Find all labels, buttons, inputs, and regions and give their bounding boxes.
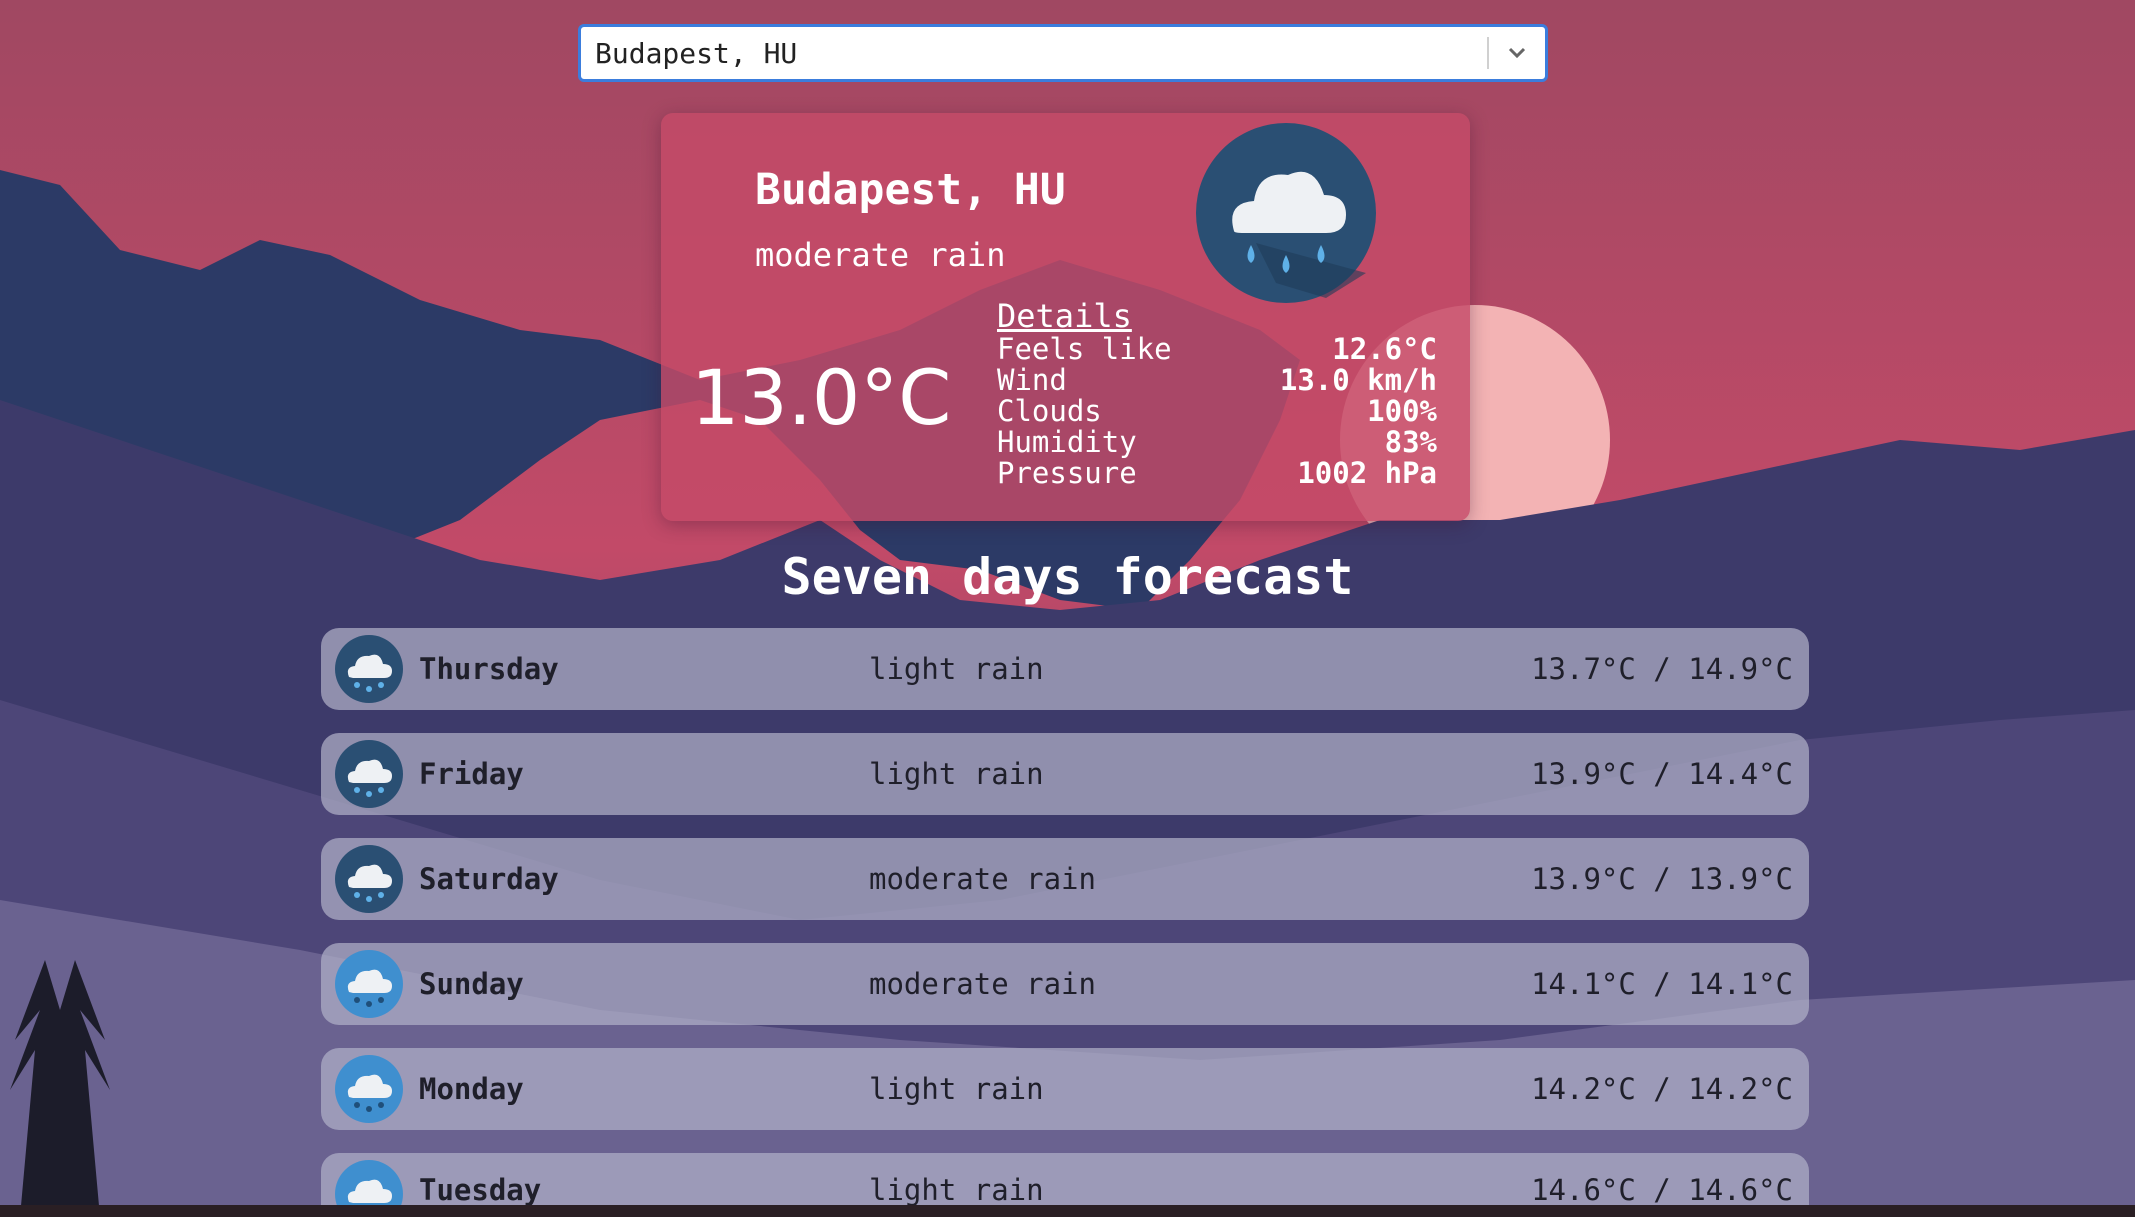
- forecast-temps: 14.1°C / 14.1°C: [1531, 967, 1793, 1001]
- forecast-temps: 13.9°C / 14.4°C: [1531, 757, 1793, 791]
- detail-label: Humidity: [997, 425, 1137, 459]
- current-temperature: 13.0°C: [691, 353, 952, 442]
- forecast-day: Tuesday: [419, 1173, 542, 1205]
- rain-cloud-icon: [1196, 123, 1376, 303]
- forecast-row-thursday[interactable]: Thursday light rain 13.7°C / 14.9°C: [321, 628, 1809, 710]
- forecast-day: Monday: [419, 1072, 524, 1106]
- current-weather-card: Budapest, HU moderate rain 13.0°C Detail…: [661, 113, 1470, 521]
- details-heading: Details: [997, 297, 1132, 335]
- current-description: moderate rain: [755, 236, 1006, 274]
- detail-value: 100%: [1367, 394, 1437, 428]
- forecast-description: light rain: [869, 757, 1044, 791]
- detail-value: 83%: [1384, 425, 1437, 459]
- forecast-description: light rain: [869, 1072, 1044, 1106]
- forecast-temps: 14.6°C / 14.6°C: [1531, 1173, 1793, 1205]
- city-search-select[interactable]: Budapest, HU: [578, 24, 1548, 82]
- forecast-day: Sunday: [419, 967, 524, 1001]
- forecast-row-monday[interactable]: Monday light rain 14.2°C / 14.2°C: [321, 1048, 1809, 1130]
- forecast-title: Seven days forecast: [781, 548, 1354, 606]
- city-search-value[interactable]: Budapest, HU: [581, 37, 1487, 70]
- forecast-description: light rain: [869, 652, 1044, 686]
- detail-row-humidity: Humidity 83%: [997, 427, 1437, 458]
- rain-cloud-icon: [335, 1160, 403, 1205]
- detail-value: 13.0 km/h: [1279, 363, 1437, 397]
- detail-row-wind: Wind 13.0 km/h: [997, 365, 1437, 396]
- detail-label: Pressure: [997, 456, 1137, 490]
- forecast-description: moderate rain: [869, 967, 1096, 1001]
- forecast-temps: 13.9°C / 13.9°C: [1531, 862, 1793, 896]
- forecast-temps: 13.7°C / 14.9°C: [1531, 652, 1793, 686]
- rain-cloud-icon: [335, 845, 403, 913]
- detail-row-clouds: Clouds 100%: [997, 396, 1437, 427]
- forecast-temps: 14.2°C / 14.2°C: [1531, 1072, 1793, 1106]
- detail-value: 12.6°C: [1332, 332, 1437, 366]
- detail-value: 1002 hPa: [1297, 456, 1437, 490]
- forecast-description: moderate rain: [869, 862, 1096, 896]
- current-city: Budapest, HU: [755, 165, 1066, 215]
- detail-label: Wind: [997, 363, 1067, 397]
- rain-cloud-icon: [335, 635, 403, 703]
- forecast-row-saturday[interactable]: Saturday moderate rain 13.9°C / 13.9°C: [321, 838, 1809, 920]
- rain-cloud-icon: [335, 950, 403, 1018]
- forecast-day: Thursday: [419, 652, 559, 686]
- detail-row-feels-like: Feels like 12.6°C: [997, 334, 1437, 365]
- forecast-day: Friday: [419, 757, 524, 791]
- detail-label: Feels like: [997, 332, 1172, 366]
- chevron-down-icon[interactable]: [1489, 46, 1545, 60]
- forecast-row-tuesday[interactable]: Tuesday light rain 14.6°C / 14.6°C: [321, 1153, 1809, 1205]
- forecast-description: light rain: [869, 1173, 1044, 1205]
- details-panel: Details Feels like 12.6°C Wind 13.0 km/h…: [997, 298, 1437, 489]
- forecast-day: Saturday: [419, 862, 559, 896]
- rain-cloud-icon: [335, 740, 403, 808]
- rain-cloud-icon: [335, 1055, 403, 1123]
- detail-label: Clouds: [997, 394, 1102, 428]
- forecast-row-sunday[interactable]: Sunday moderate rain 14.1°C / 14.1°C: [321, 943, 1809, 1025]
- forecast-row-friday[interactable]: Friday light rain 13.9°C / 14.4°C: [321, 733, 1809, 815]
- detail-row-pressure: Pressure 1002 hPa: [997, 458, 1437, 489]
